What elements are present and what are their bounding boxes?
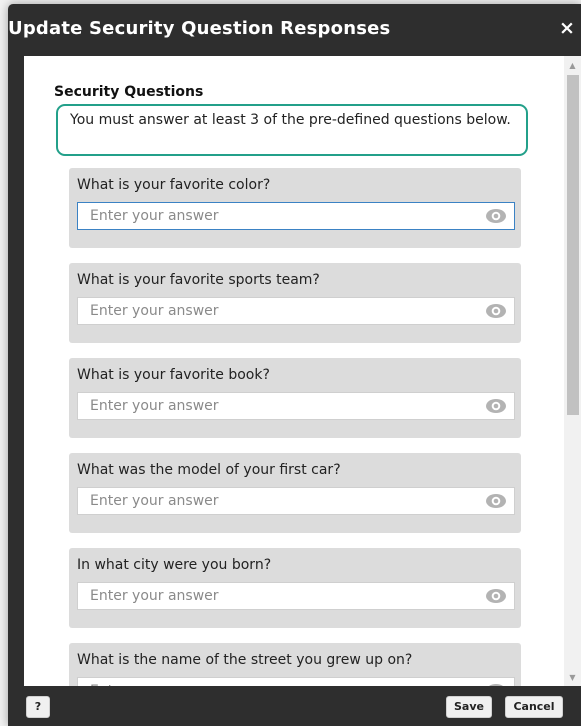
answer-input[interactable] [77, 202, 515, 230]
scrollbar[interactable]: ▲ ▼ [564, 56, 581, 686]
question-label: What is your favorite sports team? [77, 272, 320, 288]
scroll-up-arrow-icon[interactable]: ▲ [564, 58, 581, 74]
dialog-titlebar: Update Security Question Responses × [8, 4, 581, 56]
save-button[interactable]: Save [446, 696, 492, 718]
question-card: What is your favorite sports team? [69, 263, 521, 343]
scroll-down-arrow-icon[interactable]: ▼ [564, 670, 581, 686]
dialog-content: Security Questions You must answer at le… [24, 56, 581, 686]
question-label: What is your favorite book? [77, 367, 270, 383]
answer-input[interactable] [77, 487, 515, 515]
question-label: What was the model of your first car? [77, 462, 341, 478]
answer-input[interactable] [77, 582, 515, 610]
question-card: What was the model of your first car? [69, 453, 521, 533]
section-title: Security Questions [54, 84, 204, 100]
cancel-button[interactable]: Cancel [505, 696, 563, 718]
question-card: What is the name of the street you grew … [69, 643, 521, 686]
answer-input[interactable] [77, 297, 515, 325]
help-button[interactable]: ? [26, 696, 50, 718]
question-card: In what city were you born? [69, 548, 521, 628]
requirement-notice: You must answer at least 3 of the pre-de… [56, 104, 528, 156]
question-label: In what city were you born? [77, 557, 272, 573]
eye-icon[interactable] [485, 398, 507, 414]
dialog-title: Update Security Question Responses [8, 18, 391, 39]
eye-icon[interactable] [485, 208, 507, 224]
dialog-footer: ? Save Cancel [8, 686, 581, 726]
eye-icon[interactable] [485, 303, 507, 319]
answer-input[interactable] [77, 677, 515, 686]
close-icon[interactable]: × [557, 17, 577, 39]
scroll-thumb[interactable] [567, 75, 579, 415]
question-card: What is your favorite color? [69, 168, 521, 248]
answer-input[interactable] [77, 392, 515, 420]
security-dialog: Update Security Question Responses × Sec… [8, 4, 581, 726]
question-label: What is your favorite color? [77, 177, 271, 193]
question-card: What is your favorite book? [69, 358, 521, 438]
eye-icon[interactable] [485, 588, 507, 604]
question-label: What is the name of the street you grew … [77, 652, 413, 668]
eye-icon[interactable] [485, 493, 507, 509]
